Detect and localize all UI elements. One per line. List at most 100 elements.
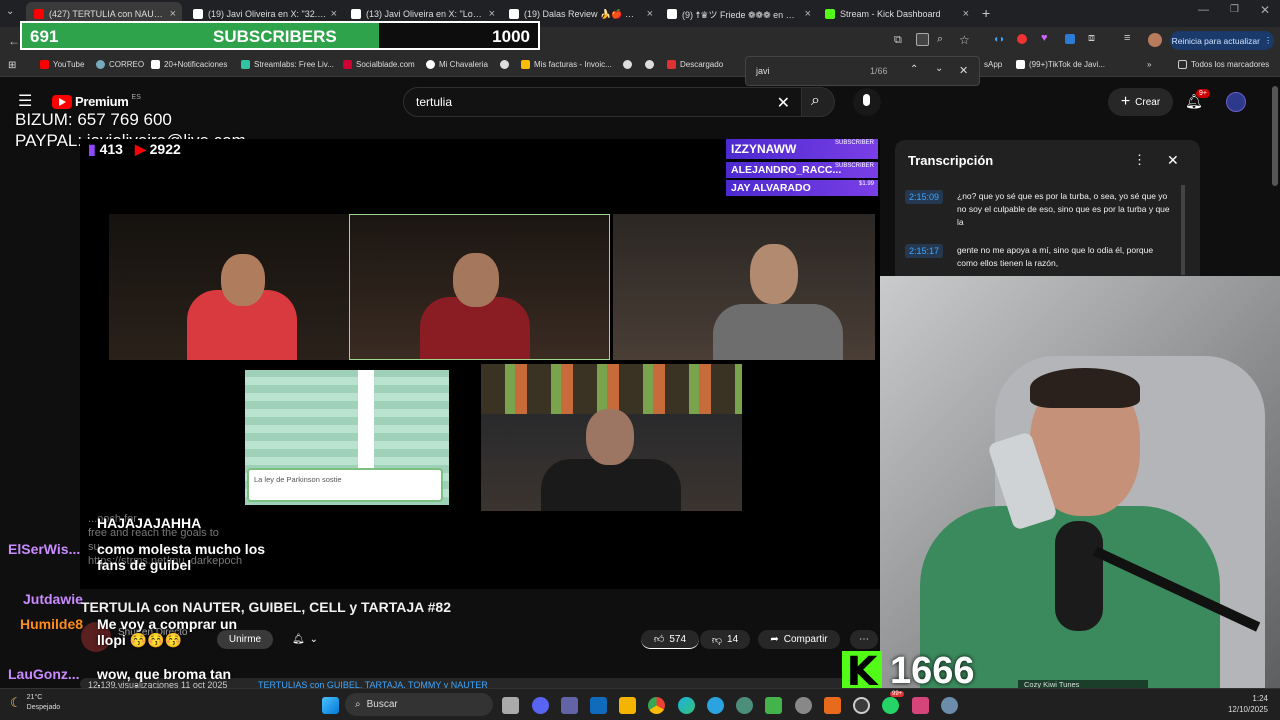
transcript-text[interactable]: gente no me apoya a mí, sino que lo odia… xyxy=(957,244,1172,270)
taskbar-clock[interactable]: 1:24 12/10/2025 xyxy=(1218,693,1268,715)
subscribed-button[interactable]: 🔔︎ ⌄ xyxy=(279,630,331,649)
apps-grid-icon[interactable]: ⊞ xyxy=(8,60,16,71)
share-label: Compartir xyxy=(783,634,828,645)
close-tab-icon[interactable]: × xyxy=(331,8,337,20)
account-avatar[interactable] xyxy=(1226,92,1246,112)
transcript-more-icon[interactable]: ⋮ xyxy=(1133,152,1146,168)
back-icon[interactable]: ← xyxy=(8,34,20,48)
tab-label: Stream - Kick Dashboard xyxy=(840,9,941,19)
chevron-down-icon: ⌄ xyxy=(309,634,319,645)
bookmark-correo[interactable]: CORREO xyxy=(96,60,144,69)
weather-temp: 21°C xyxy=(26,694,43,701)
close-tab-icon[interactable]: × xyxy=(805,8,811,20)
find-prev-icon[interactable]: ⌃ xyxy=(910,64,918,75)
extension-heart-icon[interactable]: ♥ xyxy=(1041,32,1048,44)
bookmark-generic-1[interactable] xyxy=(500,60,513,69)
task-view-icon[interactable] xyxy=(502,697,519,714)
extension-audio-icon[interactable]: ◖◗ xyxy=(993,34,1005,45)
subscriber-goal-target: 1000 xyxy=(492,27,530,46)
edge-icon[interactable] xyxy=(678,697,695,714)
app-settings-gear-icon[interactable] xyxy=(941,697,958,714)
reading-list-icon[interactable]: ≡ xyxy=(1124,32,1130,44)
all-bookmarks[interactable]: Todos los marcadores xyxy=(1178,60,1269,69)
outlook-icon[interactable] xyxy=(590,697,607,714)
app-pink-icon[interactable] xyxy=(912,697,929,714)
close-tab-icon[interactable]: × xyxy=(963,8,969,20)
page-scrollbar[interactable] xyxy=(1272,86,1278,186)
find-next-icon[interactable]: ⌄ xyxy=(935,63,943,74)
subscriber-alert: JAY ALVARADO $1.99 xyxy=(726,180,878,196)
search-input[interactable]: tertulia ✕ xyxy=(403,87,803,117)
transcript-close-icon[interactable]: ✕ xyxy=(1167,152,1179,169)
bookmark-youtube[interactable]: YouTube xyxy=(40,60,84,69)
bookmark-label: 20+Notificaciones xyxy=(164,60,228,69)
find-close-icon[interactable]: ✕ xyxy=(959,64,968,77)
close-window-icon[interactable]: ✕ xyxy=(1260,3,1270,17)
close-tab-icon[interactable]: × xyxy=(170,8,176,20)
close-tab-icon[interactable]: × xyxy=(647,8,653,20)
taskbar-search[interactable]: ⌕ Buscar xyxy=(345,693,493,716)
bookmark-star-icon[interactable]: ☆ xyxy=(959,33,970,47)
minimize-icon[interactable]: — xyxy=(1198,4,1209,16)
zoom-icon[interactable]: ⌕ xyxy=(937,33,943,46)
notifications-button[interactable]: 🔔︎ 9+ xyxy=(1185,89,1210,111)
chrome-icon[interactable] xyxy=(648,697,665,714)
share-icon: ➦ xyxy=(770,634,779,645)
bookmark-notifications[interactable]: 20+Notificaciones xyxy=(151,60,227,69)
app-green-icon[interactable] xyxy=(765,697,782,714)
find-input[interactable]: javi xyxy=(756,66,770,76)
transcript-timestamp[interactable]: 2:15:17 xyxy=(905,244,944,258)
whatsapp-icon[interactable] xyxy=(882,697,899,714)
bookmark-downloaded[interactable]: Descargado xyxy=(667,60,723,69)
teams-icon[interactable] xyxy=(561,697,578,714)
extension-blue-icon[interactable] xyxy=(1065,34,1075,44)
dislike-button[interactable]: 👎︎ 14 xyxy=(700,630,750,649)
menu-icon[interactable]: ☰ xyxy=(18,91,32,111)
extension-red-icon[interactable] xyxy=(1017,34,1027,44)
app-globe-icon[interactable] xyxy=(736,697,753,714)
transcript-timestamp[interactable]: 2:15:09 xyxy=(905,190,944,204)
bookmark-chavaleria[interactable]: Mi Chavaleria xyxy=(426,60,488,69)
close-tab-icon[interactable]: × xyxy=(489,8,495,20)
app-orange-icon[interactable] xyxy=(824,697,841,714)
shelf-plushies xyxy=(481,364,742,414)
transcript-text[interactable]: ¿no? que yo sé que es por la turba, o se… xyxy=(957,190,1172,229)
clear-search-icon[interactable]: ✕ xyxy=(777,93,790,113)
extensions-puzzle-icon[interactable]: ⧈ xyxy=(1088,32,1095,45)
search-value: tertulia xyxy=(416,95,453,109)
app-settings-icon[interactable] xyxy=(795,697,812,714)
create-button[interactable]: + Crear xyxy=(1108,88,1173,116)
tab-x-4[interactable]: (9) ☨♛ツ Friede ❁❁❁ en X: "V × xyxy=(659,2,817,26)
reader-icon[interactable] xyxy=(916,33,929,46)
bookmark-streamlabs[interactable]: Streamlabs: Free Liv... xyxy=(241,60,334,69)
obs-icon[interactable] xyxy=(853,697,870,714)
profile-avatar[interactable] xyxy=(1148,33,1162,47)
bookmark-socialblade[interactable]: Socialblade.com xyxy=(343,60,415,69)
youtube-logo[interactable]: Premium ES xyxy=(52,94,141,109)
tab-kick[interactable]: Stream - Kick Dashboard × xyxy=(817,2,975,26)
guest-shirt xyxy=(541,459,681,511)
maximize-icon[interactable]: ❐ xyxy=(1230,4,1239,15)
bookmark-invoices[interactable]: Mis facturas - Invoic... xyxy=(521,60,612,69)
share-button[interactable]: ➦ Compartir xyxy=(758,630,840,649)
voice-search-button[interactable] xyxy=(853,88,881,116)
bookmark-generic-3[interactable] xyxy=(645,60,658,69)
more-actions-button[interactable]: ⋯ xyxy=(850,630,878,649)
bookmark-generic-2[interactable] xyxy=(623,60,636,69)
cast-icon[interactable]: ⧉ xyxy=(894,34,902,47)
telegram-icon[interactable] xyxy=(707,697,724,714)
bookmark-tiktok[interactable]: (99+)TikTok de Javi... xyxy=(1016,60,1105,69)
windows-start-icon[interactable] xyxy=(322,697,339,714)
file-explorer-icon[interactable] xyxy=(619,697,636,714)
subscriber-name: JAY ALVARADO xyxy=(731,182,811,194)
like-button[interactable]: 👍︎ 574 xyxy=(641,630,699,649)
bookmarks-overflow-icon[interactable]: » xyxy=(1147,60,1151,69)
new-tab-icon[interactable]: + xyxy=(982,5,990,21)
discord-icon[interactable] xyxy=(532,697,549,714)
update-button[interactable]: Reinicia para actualizar ⋮ xyxy=(1170,31,1274,50)
bookmark-whatsapp[interactable]: sApp xyxy=(984,60,1002,69)
transcript-scrollbar[interactable] xyxy=(1181,185,1185,275)
search-button[interactable]: ⌕ xyxy=(801,87,835,117)
weather-widget[interactable]: ☾ 21°C Despejado xyxy=(10,693,60,713)
tab-list-icon[interactable]: ⌄ xyxy=(6,6,14,17)
